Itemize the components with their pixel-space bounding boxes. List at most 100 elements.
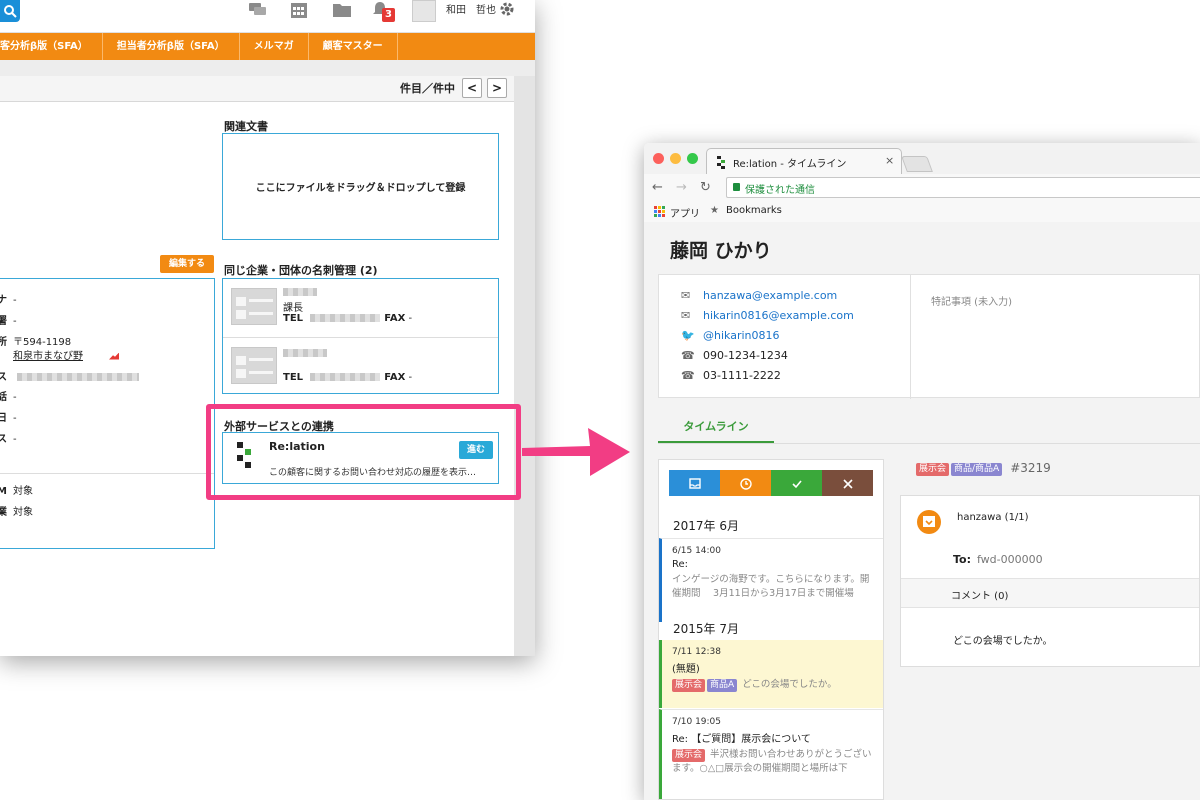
- info-row: ス-: [0, 434, 17, 445]
- scrollbar[interactable]: [514, 76, 535, 656]
- tag-product-a[interactable]: 商品A: [707, 679, 738, 692]
- calendar-icon[interactable]: [290, 1, 308, 19]
- contact-mobile: ☎ 090-1234-1234: [681, 349, 788, 362]
- prev-button[interactable]: <: [462, 78, 482, 98]
- card-thumbnail: [231, 288, 277, 325]
- crm-nav: 客分析β版（SFA） 担当者分析β版（SFA） メルマガ 顧客マスター: [0, 33, 535, 60]
- info-row: 署-: [0, 316, 17, 327]
- reload-icon[interactable]: ↻: [700, 180, 711, 195]
- special-notes[interactable]: 特記事項 (未入力): [931, 293, 1012, 308]
- info-row: ナ-: [0, 295, 17, 306]
- card-thumbnail: [231, 347, 277, 384]
- tab-title: Re:lation - タイムライン: [733, 159, 847, 170]
- timeline-item[interactable]: 7/10 19:05 Re: 【ご質問】展示会について 展示会 半沢様お問い合わ…: [659, 709, 883, 799]
- comment-toggle[interactable]: コメント (0): [901, 578, 1199, 608]
- message-body: どこの会場でしたか。: [953, 636, 1053, 647]
- month-header: 2017年 6月: [673, 519, 739, 533]
- sender-name: hanzawa (1/1): [957, 512, 1029, 523]
- contact-info-box: ✉ hanzawa@example.com ✉ hikarin0816@exampl…: [658, 274, 1200, 399]
- search-button[interactable]: [0, 0, 20, 22]
- forward-icon[interactable]: →: [676, 180, 687, 195]
- timeline-list: 2017年 6月 6/15 14:00 Re: インゲージの海野です。こちらにな…: [658, 459, 884, 800]
- browser-chrome: Re:lation - タイムライン × ← → ↻ 保護された通信 アプリ ★…: [644, 143, 1200, 222]
- highlight-frame: [206, 404, 521, 500]
- phone-icon: ☎: [681, 369, 695, 382]
- month-header: 2015年 7月: [673, 622, 739, 636]
- contact-email[interactable]: ✉ hanzawa@example.com: [681, 289, 837, 302]
- tab-close-icon[interactable]: ×: [885, 154, 894, 167]
- back-icon[interactable]: ←: [652, 180, 663, 195]
- check-icon: [791, 479, 802, 488]
- tag-exhibition[interactable]: 展示会: [672, 679, 706, 692]
- clock-icon: [739, 477, 752, 490]
- info-row: 日-: [0, 413, 17, 424]
- next-button[interactable]: >: [487, 78, 507, 98]
- nav-item-sfa-customer[interactable]: 客分析β版（SFA）: [0, 33, 103, 60]
- crm-window: 3 和田 哲也 客分析β版（SFA） 担当者分析β版（SFA） メルマガ 顧客マ…: [0, 0, 535, 656]
- gear-icon[interactable]: [499, 1, 515, 17]
- relation-favicon-icon: [717, 156, 725, 169]
- twitter-icon: 🐦: [681, 329, 695, 342]
- filter-trash-button[interactable]: [822, 470, 873, 496]
- star-icon: ★: [710, 205, 719, 216]
- notification-badge: 3: [382, 8, 395, 22]
- business-card[interactable]: 課長 TEL FAX -: [223, 279, 498, 336]
- close-window-button[interactable]: [653, 153, 664, 164]
- related-docs-title: 関連文書: [224, 120, 268, 133]
- browser-tab[interactable]: Re:lation - タイムライン ×: [706, 148, 902, 174]
- address-bar[interactable]: 保護された通信: [726, 177, 1200, 198]
- avatar[interactable]: [412, 0, 436, 22]
- nav-item-mailmag[interactable]: メルマガ: [240, 33, 309, 60]
- chat-icon[interactable]: [248, 1, 268, 19]
- contact-phone: ☎ 03-1111-2222: [681, 369, 781, 382]
- filter-inbox-button[interactable]: [669, 470, 720, 496]
- business-cards-title: 同じ企業・団体の名刺管理 (2): [224, 264, 378, 277]
- bookmarks-bar: アプリ ★ Bookmarks: [644, 201, 1200, 222]
- secure-label: 保護された通信: [745, 185, 815, 196]
- apps-grid-icon[interactable]: [654, 206, 665, 217]
- bookmark-apps[interactable]: アプリ: [670, 205, 700, 220]
- timeline-item[interactable]: 7/11 12:38 (無題) 展示会 商品A どこの会場でしたか。: [659, 640, 883, 708]
- nav-item-customer-master[interactable]: 顧客マスター: [309, 33, 398, 60]
- info-row: M 対象: [0, 486, 33, 497]
- mail-icon: ✉: [681, 309, 691, 322]
- inbox-icon: [688, 477, 701, 489]
- maximize-window-button[interactable]: [687, 153, 698, 164]
- info-row: ス: [0, 368, 139, 383]
- mail-icon: ✉: [681, 289, 691, 302]
- contact-twitter[interactable]: 🐦 @hikarin0816: [681, 329, 780, 342]
- browser-window: Re:lation - タイムライン × ← → ↻ 保護された通信 アプリ ★…: [644, 143, 1200, 800]
- drop-hint: ここにファイルをドラッグ＆ドロップして登録: [255, 183, 466, 194]
- pager-label: 件目／件中: [400, 82, 455, 95]
- relation-page: 藤岡 ひかり ✉ hanzawa@example.com ✉ hikarin0816…: [644, 222, 1200, 800]
- contact-email[interactable]: ✉ hikarin0816@example.com: [681, 309, 854, 322]
- tab-timeline[interactable]: タイムライン: [658, 414, 774, 443]
- phone-icon: ☎: [681, 349, 695, 362]
- lock-icon: [733, 183, 740, 191]
- filter-done-button[interactable]: [771, 470, 822, 496]
- minimize-window-button[interactable]: [670, 153, 681, 164]
- person-name: 藤岡 ひかり: [670, 240, 772, 262]
- inbox-status-icon: [917, 510, 941, 534]
- user-name[interactable]: 和田 哲也: [446, 1, 496, 16]
- map-icon[interactable]: [109, 352, 119, 360]
- business-cards-list: 課長 TEL FAX - TEL FAX -: [222, 278, 499, 394]
- timeline-item[interactable]: 6/15 14:00 Re: インゲージの海野です。こちらになります。開催期間 …: [659, 538, 883, 622]
- new-tab-button[interactable]: [901, 156, 933, 172]
- file-drop-zone[interactable]: ここにファイルをドラッグ＆ドロップして登録: [222, 133, 499, 240]
- tag-product-a[interactable]: 商品/商品A: [951, 463, 1003, 476]
- folder-icon[interactable]: [332, 1, 352, 19]
- tag-exhibition[interactable]: 展示会: [916, 463, 950, 476]
- toolbar: ← → ↻ 保護された通信: [644, 174, 1200, 201]
- filter-pending-button[interactable]: [720, 470, 771, 496]
- nav-item-sfa-staff[interactable]: 担当者分析β版（SFA）: [103, 33, 240, 60]
- info-row: 所〒594-1198: [0, 337, 72, 348]
- close-icon: [842, 478, 853, 489]
- filter-buttons: [669, 470, 873, 496]
- message-detail: hanzawa (1/1) To: fwd-000000 コメント (0) どこの…: [900, 495, 1200, 667]
- tag-exhibition[interactable]: 展示会: [672, 749, 706, 762]
- info-row-address[interactable]: 和泉市まなび野: [0, 347, 119, 362]
- bookmark-bookmarks[interactable]: Bookmarks: [726, 205, 782, 216]
- business-card[interactable]: TEL FAX -: [223, 337, 498, 394]
- edit-button[interactable]: 編集する: [160, 255, 214, 273]
